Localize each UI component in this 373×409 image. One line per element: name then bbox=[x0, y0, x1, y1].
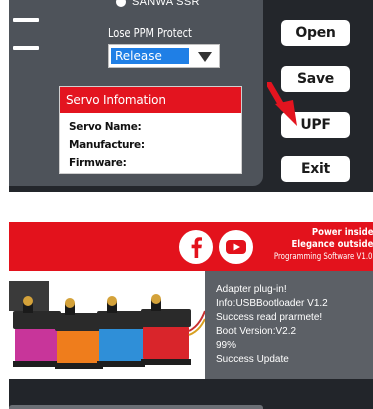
settings-area: SANWA SSR Lose PPM Protect Release Servo… bbox=[9, 0, 263, 186]
log-line: Success Update bbox=[216, 354, 289, 365]
log-line: Adapter plug-in! bbox=[216, 284, 287, 295]
open-button[interactable]: Open bbox=[281, 20, 350, 46]
update-panel: Power inside Elegance outside Programmin… bbox=[9, 222, 373, 409]
slogan-line-2: Elegance outside bbox=[291, 239, 373, 250]
arrow-pointer-icon bbox=[267, 82, 297, 126]
brand-banner: Power inside Elegance outside Programmin… bbox=[9, 222, 373, 271]
menu-icon-line[interactable] bbox=[13, 18, 39, 22]
servo-name-label: Servo Name: bbox=[69, 121, 142, 133]
lose-ppm-select[interactable]: Release bbox=[108, 44, 220, 68]
lose-ppm-label: Lose PPM Protect bbox=[108, 26, 192, 40]
facebook-icon[interactable] bbox=[179, 230, 213, 264]
log-line: Info:USBBootloader V1.2 bbox=[216, 298, 328, 309]
bottom-tab[interactable] bbox=[9, 405, 263, 409]
firmware-label: Firmware: bbox=[69, 157, 127, 169]
lose-ppm-selected-value: Release bbox=[111, 48, 189, 64]
sanwa-radio[interactable] bbox=[116, 0, 126, 7]
log-line: Boot Version:V2.2 bbox=[216, 326, 297, 337]
servo-product-image bbox=[9, 271, 205, 379]
servo-info-title: Servo Infomation bbox=[60, 87, 241, 113]
log-line: Success read prarmete! bbox=[216, 312, 323, 323]
chevron-down-icon[interactable] bbox=[198, 52, 212, 62]
sanwa-label: SANWA SSR bbox=[132, 0, 200, 8]
youtube-icon[interactable] bbox=[219, 230, 253, 264]
manufacture-label: Manufacture: bbox=[69, 139, 145, 151]
log-line: 99% bbox=[216, 340, 237, 351]
servo-settings-panel: SANWA SSR Lose PPM Protect Release Servo… bbox=[9, 0, 373, 192]
servo-information-box: Servo Infomation Servo Name: Manufacture… bbox=[59, 86, 242, 174]
slogan-line-1: Power inside bbox=[311, 227, 373, 238]
software-version: Programming Software V1.0 bbox=[274, 252, 373, 262]
menu-icon-line[interactable] bbox=[13, 46, 39, 50]
log-output: Adapter plug-in! Info:USBBootloader V1.2… bbox=[205, 271, 373, 379]
exit-button[interactable]: Exit bbox=[281, 156, 350, 182]
